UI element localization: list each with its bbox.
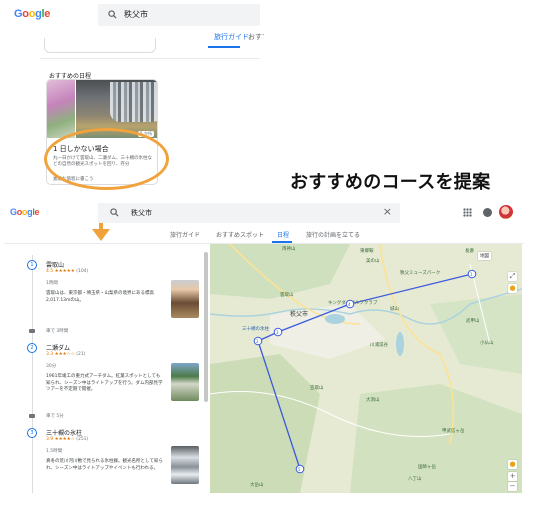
search-box-top[interactable]: 秩父市	[98, 4, 260, 26]
pegman-icon[interactable]: ●	[508, 284, 517, 293]
down-arrow-icon	[92, 229, 110, 241]
car-icon	[29, 414, 35, 418]
notifications-icon[interactable]	[483, 208, 492, 217]
top-tabs-panel	[44, 38, 156, 53]
route-markers	[253, 269, 477, 474]
scrollbar[interactable]	[204, 252, 208, 402]
active-tab-indicator	[208, 46, 240, 48]
stop-duration: 1.5時間	[46, 449, 63, 454]
stop-thumbnail[interactable]	[171, 280, 199, 318]
stop-rating: 4.5 ★★★★★ (104)	[46, 269, 89, 274]
headline: おすすめのコースを提案	[290, 172, 491, 193]
itinerary-list: 1 雲取山 4.5 ★★★★★ (104) 1時間 雲取山は、東京都・埼玉県・山…	[22, 247, 206, 493]
car-icon	[29, 329, 35, 333]
stop-number: 3	[27, 428, 37, 438]
stop-rating: 3.9 ★★★★☆ (251)	[46, 437, 89, 442]
zoom-out-button[interactable]: −	[508, 482, 517, 491]
search-icon	[110, 208, 119, 217]
google-logo-top[interactable]: Google	[14, 8, 50, 20]
tab-spots[interactable]: おすすめスポット	[216, 230, 264, 239]
marker-label: 5	[298, 467, 301, 472]
map-type-toggle[interactable]: 地図	[478, 252, 491, 260]
marker-label: 3	[276, 330, 279, 335]
google-logo[interactable]: Google	[10, 207, 40, 217]
marker-label: 4	[348, 302, 351, 307]
stop-number: 1	[27, 260, 37, 270]
tabs: 旅行ガイド おすすめスポット 日程 旅行の計画を立てる	[160, 228, 380, 244]
stop-description: 1961年竣工の重力式アーチダム。紅葉スポットとしても知られ、シーズン中はライト…	[46, 374, 163, 392]
map[interactable]: 秩父市 両神山 秩父ミューズパーク キングダムゴルフクラブ 三十槻の氷柱 武甲山…	[210, 244, 522, 493]
search-box[interactable]: 秩父市 ×	[98, 203, 400, 223]
search-icon	[108, 10, 117, 19]
tab-travel-guide[interactable]: 旅行ガイド	[170, 230, 200, 239]
stop-duration: 1時間	[46, 281, 58, 286]
tab-travel-guide-top[interactable]: 旅行ガイド	[214, 32, 249, 42]
stop-rating: 3.3 ★★★☆☆ (21)	[46, 352, 86, 357]
search-query: 秩父市	[131, 209, 152, 217]
stop-duration: 30分	[46, 364, 57, 369]
stop-description: 真冬の荒川河川敷で見られる氷柱群。観光名所として知られ、シーズン中はライトアップ…	[46, 459, 163, 471]
top-tabs: 旅行ガイド おすすめスポ	[198, 32, 264, 52]
marker-label: 2	[256, 339, 259, 344]
stop-number: 2	[27, 343, 37, 353]
search-query: 秩父市	[124, 10, 148, 19]
travel-leg: 車で 5分	[46, 414, 64, 419]
stop-name[interactable]: 三十槻の氷柱	[46, 428, 82, 437]
tab-itinerary[interactable]: 日程	[277, 230, 289, 239]
card-image-flowers	[47, 80, 75, 138]
stop-thumbnail[interactable]	[171, 363, 199, 401]
street-view-icon[interactable]: ●	[508, 460, 517, 469]
apps-grid-icon[interactable]	[463, 208, 472, 217]
zoom-in-button[interactable]: +	[508, 472, 517, 481]
avatar[interactable]	[499, 205, 513, 219]
highlight-ellipse	[44, 128, 169, 190]
travel-leg: 車で 3時間	[46, 329, 69, 334]
stop-description: 雲取山は、東京都・埼玉県・山梨県の境界にある標高2,017.13mの山。	[46, 291, 154, 303]
fullscreen-icon[interactable]: ⤢	[508, 272, 517, 281]
stop-thumbnail[interactable]	[171, 446, 199, 484]
marker-label: 1	[470, 272, 473, 277]
timeline-line	[32, 255, 33, 493]
tab-plan-trip[interactable]: 旅行の計画を立てる	[306, 230, 360, 239]
stop-name[interactable]: 雲取山	[46, 260, 64, 269]
stop-name[interactable]: 二瀬ダム	[46, 343, 70, 352]
clear-icon[interactable]: ×	[383, 205, 392, 218]
tab-spots-top[interactable]: おすすめスポ	[248, 32, 264, 42]
